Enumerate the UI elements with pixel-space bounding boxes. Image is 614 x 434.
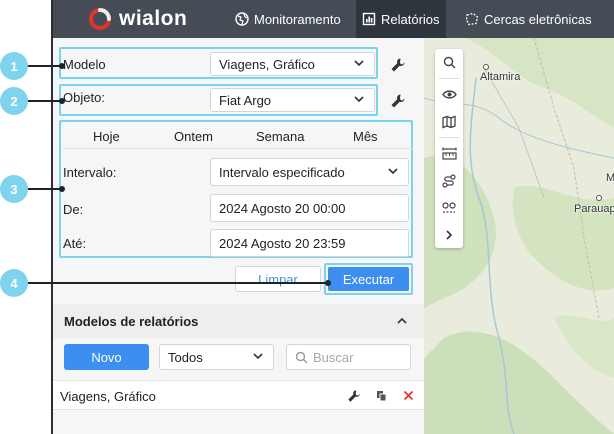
eye-icon xyxy=(441,90,457,99)
template-list-item[interactable]: Viagens, Gráfico xyxy=(53,380,424,410)
to-label: Até: xyxy=(63,236,87,251)
nav-label: Relatórios xyxy=(381,11,440,27)
nav-geofences[interactable]: Cercas eletrônicas xyxy=(459,0,598,38)
chevron-right-icon xyxy=(445,229,452,240)
template-search-input[interactable]: Buscar xyxy=(286,344,411,370)
from-datetime-value: 2024 Agosto 20 00:00 xyxy=(219,200,346,216)
wialon-logo[interactable]: wialon xyxy=(89,6,187,32)
divider xyxy=(439,78,459,79)
map-city-label: M xyxy=(606,172,614,184)
map-city-label: Parauapeb xyxy=(574,203,614,215)
chevron-up-icon[interactable] xyxy=(397,317,407,324)
interval-select[interactable]: Intervalo especificado xyxy=(210,158,409,186)
map-toolbar-expand-button[interactable] xyxy=(435,221,463,248)
chevron-down-icon xyxy=(354,60,364,67)
templates-section-title: Modelos de relatórios xyxy=(64,314,199,329)
quick-range-yesterday[interactable]: Ontem xyxy=(174,129,213,144)
map-ruler-button[interactable] xyxy=(435,140,463,167)
reports-panel: Modelo Viagens, Gráfico Objeto: Fiat Arg… xyxy=(53,38,424,434)
callout-dot xyxy=(59,186,65,192)
callout-dot xyxy=(325,280,331,286)
quick-range-today[interactable]: Hoje xyxy=(93,129,120,144)
trips-icon xyxy=(442,201,456,213)
logo-text: wialon xyxy=(119,7,188,30)
object-select-value: Fiat Argo xyxy=(219,92,272,108)
divider xyxy=(63,148,413,149)
callout-2: 2 xyxy=(0,87,28,115)
search-icon xyxy=(295,351,308,364)
map-area[interactable]: Altamira Parauapeb M xyxy=(424,38,614,434)
callout-dot xyxy=(59,63,65,69)
callout-leader xyxy=(26,188,62,190)
callout-leader xyxy=(26,100,62,102)
chevron-down-icon xyxy=(388,168,398,175)
object-label: Objeto: xyxy=(63,90,105,105)
new-template-button[interactable]: Novo xyxy=(64,344,149,370)
delete-icon[interactable] xyxy=(403,390,414,401)
map-visibility-button[interactable] xyxy=(435,81,463,108)
callout-1: 1 xyxy=(0,52,28,80)
interval-label: Intervalo: xyxy=(63,165,117,180)
nav-label: Monitoramento xyxy=(254,11,341,27)
globe-icon xyxy=(235,12,249,26)
nav-label: Cercas eletrônicas xyxy=(484,11,592,27)
chevron-down-icon xyxy=(253,353,263,360)
callout-4: 4 xyxy=(0,269,28,297)
top-navigation-bar: wialon Monitoramento Relatórios Cercas e… xyxy=(53,0,614,38)
quick-range-week[interactable]: Semana xyxy=(256,129,304,144)
divider xyxy=(439,137,459,138)
geofence-icon xyxy=(465,12,479,26)
app-root: wialon Monitoramento Relatórios Cercas e… xyxy=(0,0,614,434)
map-city-label: Altamira xyxy=(480,71,521,83)
to-datetime-value: 2024 Agosto 20 23:59 xyxy=(219,235,346,251)
copy-icon[interactable] xyxy=(376,390,388,402)
interval-select-value: Intervalo especificado xyxy=(219,164,345,180)
execute-box: Executar xyxy=(324,263,413,295)
template-select-value: Viagens, Gráfico xyxy=(219,56,315,72)
ruler-icon xyxy=(441,147,457,160)
to-datetime-input[interactable]: 2024 Agosto 20 23:59 xyxy=(210,229,409,257)
callout-leader xyxy=(26,65,62,67)
map-icon xyxy=(442,115,456,128)
chevron-down-icon xyxy=(354,96,364,103)
map-layers-button[interactable] xyxy=(435,108,463,135)
templates-section-header[interactable]: Modelos de relatórios xyxy=(53,304,424,338)
from-datetime-input[interactable]: 2024 Agosto 20 00:00 xyxy=(210,194,409,222)
map-search-button[interactable] xyxy=(435,49,463,76)
quick-range-month[interactable]: Mês xyxy=(353,129,378,144)
search-placeholder: Buscar xyxy=(313,349,354,365)
map-trips-button[interactable] xyxy=(435,194,463,221)
object-select[interactable]: Fiat Argo xyxy=(210,88,375,112)
from-label: De: xyxy=(63,202,84,217)
wrench-icon[interactable] xyxy=(390,57,406,73)
clear-button[interactable]: Limpar xyxy=(235,266,321,292)
template-label: Modelo xyxy=(63,57,106,72)
wrench-icon[interactable] xyxy=(390,93,406,109)
route-icon xyxy=(442,173,456,188)
execute-button[interactable]: Executar xyxy=(328,267,409,291)
template-select[interactable]: Viagens, Gráfico xyxy=(210,52,375,76)
template-filter-select[interactable]: Todos xyxy=(159,344,274,370)
template-filter-value: Todos xyxy=(168,349,203,365)
report-icon xyxy=(362,12,376,26)
callout-dot xyxy=(59,98,65,104)
template-item-name: Viagens, Gráfico xyxy=(60,389,156,404)
map-toolbar xyxy=(435,49,463,248)
map-route-button[interactable] xyxy=(435,167,463,194)
wialon-logo-icon xyxy=(89,8,111,30)
search-icon xyxy=(443,56,456,69)
nav-reports[interactable]: Relatórios xyxy=(356,0,446,38)
callout-leader xyxy=(26,282,328,284)
wrench-icon[interactable] xyxy=(347,389,361,403)
nav-monitoring[interactable]: Monitoramento xyxy=(229,0,347,38)
callout-3: 3 xyxy=(0,175,28,203)
